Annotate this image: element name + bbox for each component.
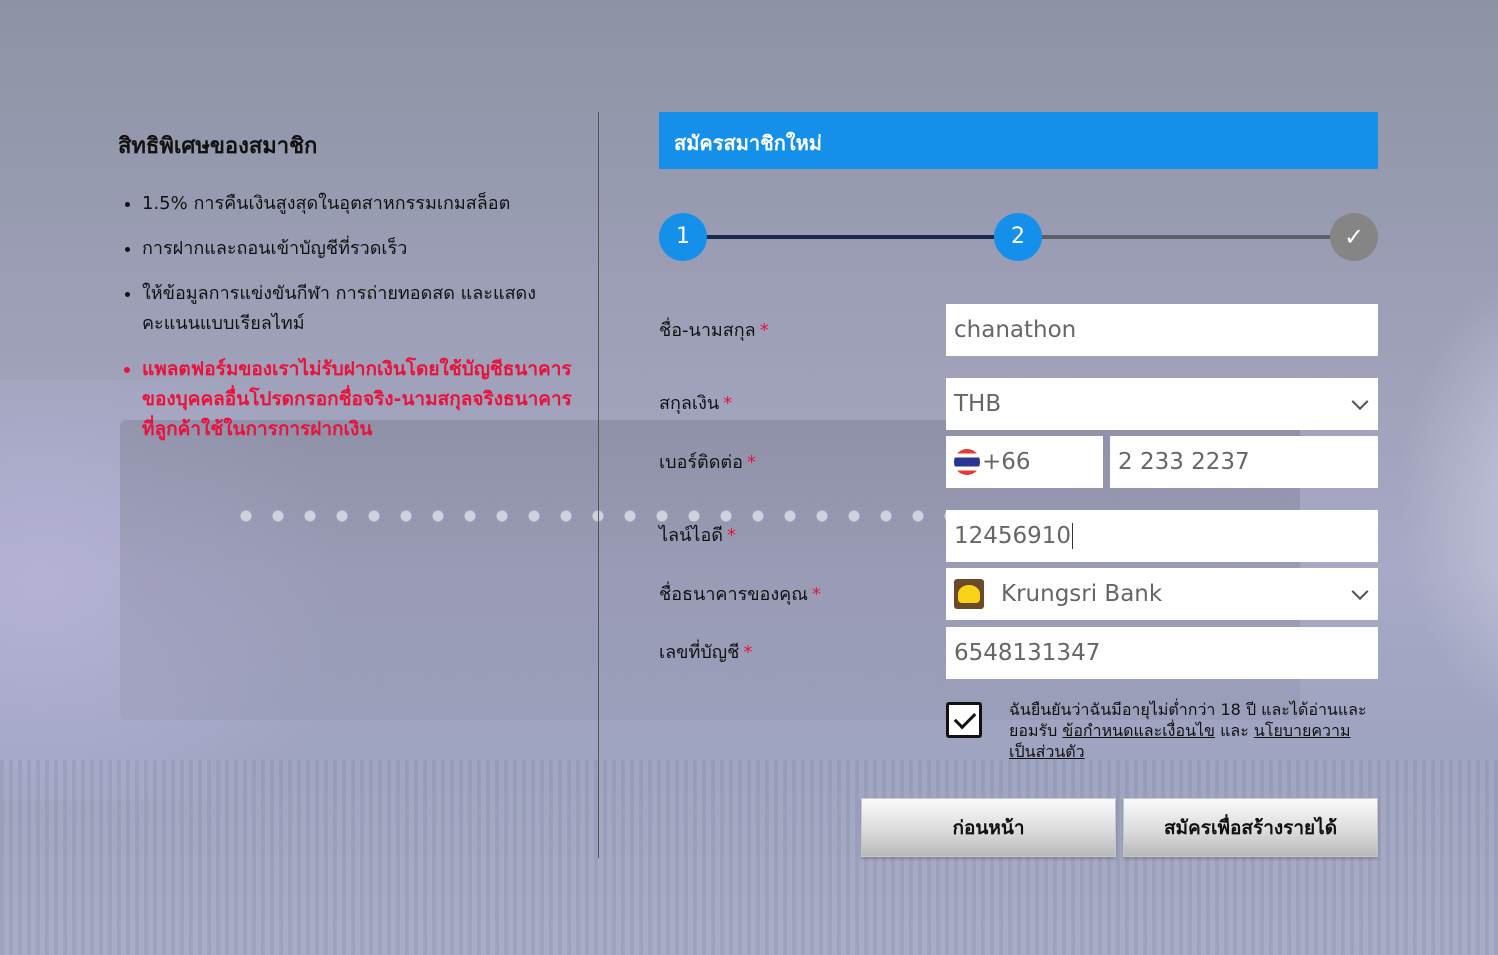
chevron-down-icon (1351, 583, 1369, 601)
thailand-flag-icon (954, 449, 980, 475)
step-2: 2 (994, 213, 1042, 261)
benefit-item: การฝากและถอนเข้าบัญชีที่รวดเร็ว (142, 234, 573, 264)
chevron-down-icon (1351, 393, 1369, 411)
terms-link[interactable]: ข้อกำหนดและเงื่อนไข (1062, 721, 1215, 740)
required-mark: * (723, 393, 733, 414)
form-title: สมัครสมาชิกใหม่ (659, 112, 1378, 169)
required-mark: * (759, 320, 769, 341)
benefit-item: 1.5% การคืนเงินสูงสุดในอุตสาหกรรมเกมสล็อ… (142, 189, 573, 219)
fullname-input[interactable]: chanathon (946, 304, 1378, 356)
submit-button[interactable]: สมัครเพื่อสร้างรายได้ (1123, 798, 1378, 857)
step-3-checkmark-icon: ✓ (1330, 213, 1378, 261)
krungsri-logo-icon (954, 579, 984, 609)
account-number-input[interactable]: 6548131347 (946, 627, 1378, 679)
benefit-item: ให้ข้อมูลการแข่งขันกีฬา การถ่ายทอดสด และ… (142, 279, 573, 339)
agreement-text: ฉันยืนยันว่าฉันมีอายุไม่ต่ำกว่า 18 ปี แล… (1009, 700, 1367, 761)
phone-label: เบอร์ติดต่อ * (659, 452, 756, 473)
step-connector-pending (1039, 235, 1339, 239)
currency-select[interactable]: THB (946, 378, 1378, 430)
required-mark: * (746, 452, 756, 473)
panel-divider (598, 112, 599, 858)
agree-checkbox[interactable] (946, 702, 982, 738)
phone-input[interactable]: 2 233 2237 (1110, 436, 1378, 488)
step-1: 1 (659, 213, 707, 261)
step-connector-complete (699, 235, 1009, 239)
text-cursor (1072, 523, 1074, 549)
required-mark: * (726, 525, 736, 546)
progress-stepper: 1 2 ✓ (659, 213, 1378, 261)
bank-label: ชื่อธนาคารของคุณ * (659, 584, 821, 605)
fullname-label: ชื่อ-นามสกุล * (659, 320, 769, 341)
member-benefits-panel: สิทธิพิเศษของสมาชิก 1.5% การคืนเงินสูงสุ… (118, 128, 573, 459)
bank-select[interactable]: Krungsri Bank (946, 568, 1378, 620)
benefits-title: สิทธิพิเศษของสมาชิก (118, 134, 318, 159)
benefit-warning: แพลตฟอร์มของเราไม่รับฝากเงินโดยใช้บัญชีธ… (142, 354, 573, 444)
line-id-label: ไลน์ไอดี * (659, 525, 736, 546)
account-label: เลขที่บัญชี * (659, 642, 753, 663)
required-mark: * (743, 642, 753, 663)
country-code-select[interactable]: +66 (946, 436, 1103, 488)
benefits-list: 1.5% การคืนเงินสูงสุดในอุตสาหกรรมเกมสล็อ… (118, 189, 573, 444)
required-mark: * (811, 584, 821, 605)
back-button[interactable]: ก่อนหน้า (861, 798, 1116, 857)
currency-label: สกุลเงิน * (659, 393, 733, 414)
line-id-input[interactable]: 12456910 (946, 510, 1378, 562)
